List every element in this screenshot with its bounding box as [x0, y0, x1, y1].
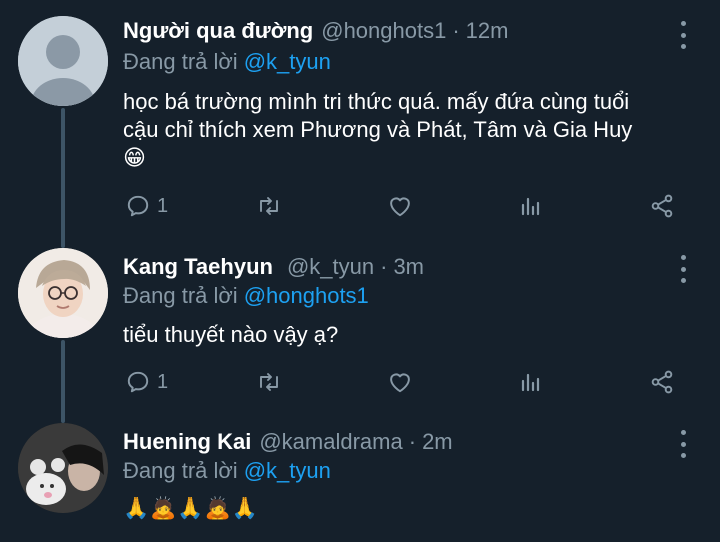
- analytics-button[interactable]: [519, 366, 543, 398]
- like-button[interactable]: [386, 366, 414, 398]
- reply-icon: [127, 371, 149, 393]
- reply-prefix: Đang trả lời: [123, 458, 238, 483]
- tweet-3[interactable]: Huening Kai @kamaldrama · 2m Đang trả lờ…: [0, 420, 720, 542]
- reply-button[interactable]: 1: [125, 366, 168, 398]
- retweet-icon: [260, 373, 278, 391]
- reply-prefix: Đang trả lời: [123, 283, 238, 308]
- share-icon: [651, 370, 673, 394]
- tweet-header: Người qua đường @honghots1 · 12m: [123, 18, 508, 50]
- reply-mention[interactable]: @honghots1: [244, 283, 369, 308]
- action-bar: 1: [123, 366, 683, 398]
- avatar-huening-kai[interactable]: [18, 423, 108, 513]
- tweet-text-line: học bá trường mình tri thức quá. mấy đứa…: [123, 89, 630, 114]
- retweet-button[interactable]: [255, 190, 283, 222]
- avatar-default[interactable]: [18, 16, 108, 106]
- tweet-text: học bá trường mình tri thức quá. mấy đứa…: [123, 88, 703, 172]
- more-options-icon[interactable]: [675, 430, 691, 458]
- more-options-icon[interactable]: [675, 255, 691, 283]
- emoji-line: 🙏🙇🙏🙇🙏: [123, 497, 259, 520]
- separator-dot: ·: [452, 18, 460, 43]
- tweet-1[interactable]: Người qua đường @honghots1 · 12m Đang tr…: [0, 0, 720, 245]
- display-name[interactable]: Huening Kai: [123, 429, 251, 455]
- reply-mention[interactable]: @k_tyun: [244, 49, 331, 74]
- tweet-text: 🙏🙇🙏🙇🙏: [123, 495, 703, 523]
- tweet-header: Huening Kai @kamaldrama · 2m: [123, 429, 453, 461]
- analytics-icon: [521, 373, 540, 392]
- replying-to: Đang trả lời @k_tyun: [123, 458, 331, 484]
- separator-dot: ·: [408, 429, 417, 454]
- display-name[interactable]: Người qua đường: [123, 18, 313, 44]
- retweet-icon: [260, 197, 278, 215]
- user-handle[interactable]: @k_tyun: [287, 254, 374, 280]
- replying-to: Đang trả lời @honghots1: [123, 283, 369, 309]
- user-handle[interactable]: @kamaldrama: [259, 429, 402, 455]
- reply-prefix: Đang trả lời: [123, 49, 238, 74]
- action-bar: 1: [123, 190, 683, 222]
- user-handle[interactable]: @honghots1: [321, 18, 446, 44]
- reply-mention[interactable]: @k_tyun: [244, 458, 331, 483]
- timestamp[interactable]: 12m: [466, 18, 509, 44]
- replying-to: Đang trả lời @k_tyun: [123, 49, 331, 75]
- tweet-text: tiểu thuyết nào vậy ạ?: [123, 321, 703, 349]
- like-icon: [390, 373, 410, 393]
- retweet-button[interactable]: [255, 366, 283, 398]
- share-icon: [651, 194, 673, 218]
- reply-icon: [127, 195, 149, 217]
- share-button[interactable]: [649, 190, 675, 222]
- timestamp[interactable]: 3m: [393, 254, 424, 280]
- tweet-2[interactable]: Kang Taehyun @k_tyun · 3m Đang trả lời @h…: [0, 245, 720, 420]
- timestamp[interactable]: 2m: [422, 429, 453, 455]
- tweet-header: Kang Taehyun @k_tyun · 3m: [123, 254, 424, 286]
- tweet-text-line: cậu chỉ thích xem Phương và Phát, Tâm và…: [123, 117, 633, 142]
- share-button[interactable]: [649, 366, 675, 398]
- more-options-icon[interactable]: [675, 21, 691, 49]
- reply-count: 1: [157, 194, 169, 217]
- like-icon: [390, 197, 410, 217]
- analytics-button[interactable]: [519, 190, 543, 222]
- user-photo-icon: [18, 423, 108, 513]
- user-photo-icon: [18, 248, 108, 338]
- display-name[interactable]: Kang Taehyun: [123, 254, 273, 280]
- analytics-icon: [521, 197, 540, 216]
- like-button[interactable]: [386, 190, 414, 222]
- default-avatar-icon: [18, 16, 108, 106]
- avatar-kang-taehyun[interactable]: [18, 248, 108, 338]
- separator-dot: ·: [380, 254, 388, 279]
- reply-button[interactable]: 1: [125, 190, 168, 222]
- emoji: 😁: [123, 145, 146, 170]
- reply-count: 1: [157, 370, 169, 393]
- tweet-text-line: tiểu thuyết nào vậy ạ?: [123, 322, 339, 347]
